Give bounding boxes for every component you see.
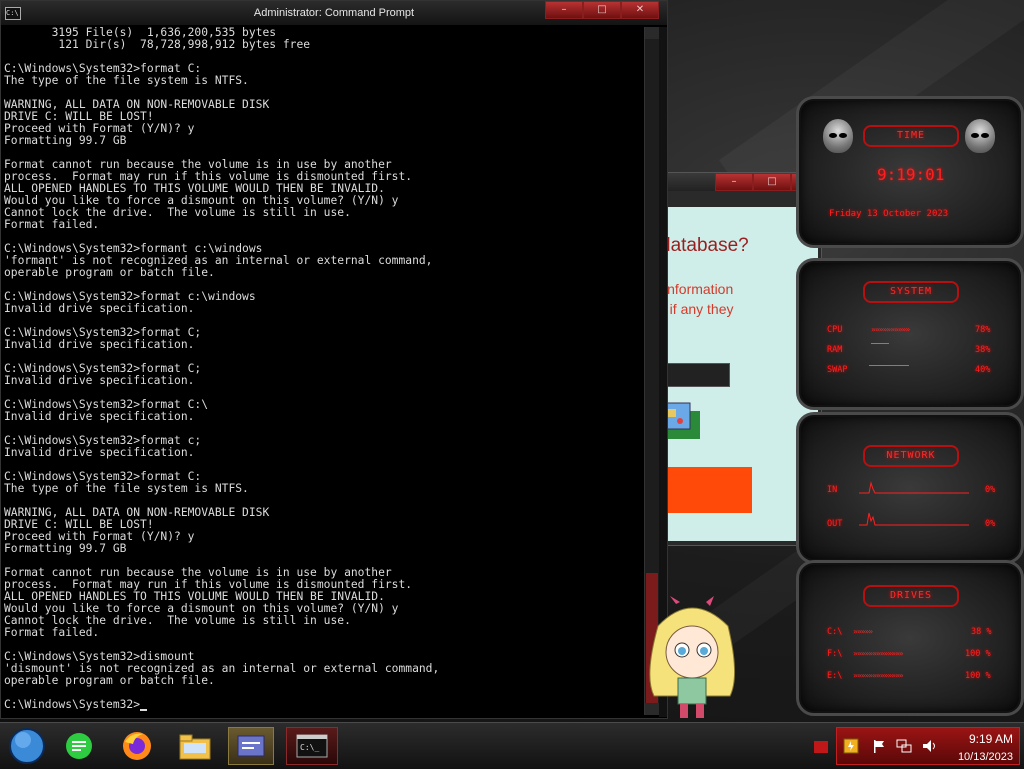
drive-e-label: E:\ [827, 671, 843, 681]
network-icon[interactable] [895, 738, 913, 754]
console-line: Cannot lock the drive. The volume is sti… [4, 614, 351, 627]
console-line: C:\Windows\System32> [4, 699, 639, 711]
firefox-icon [123, 732, 151, 760]
file-explorer-icon [179, 734, 211, 760]
power-icon[interactable] [843, 738, 859, 754]
console-line: Invalid drive specification. [4, 374, 195, 387]
alien-logo-icon [965, 119, 995, 153]
system-gadget[interactable]: SYSTEM CPU »»»»»»»»»» 78% RAM 38% SWAP 4… [796, 258, 1024, 410]
cpu-label: CPU [827, 325, 843, 335]
drive-c-label: C:\ [827, 627, 843, 637]
swap-label: SWAP [827, 365, 848, 375]
clock-time: 9:19 AM [968, 732, 1013, 746]
text-cursor [140, 709, 148, 711]
command-prompt-titlebar[interactable]: C:\ Administrator: Command Prompt – □ ✕ [1, 1, 667, 25]
swap-graph [869, 365, 909, 366]
ram-graph [871, 343, 889, 344]
drives-gadget[interactable]: DRIVES C:\ »»»»» 38 % F:\ »»»»»»»»»»»»» … [796, 560, 1024, 716]
dialog-input-field[interactable] [658, 363, 730, 387]
console-line: Format failed. [4, 218, 100, 231]
console-line: operable program or batch file. [4, 674, 215, 687]
dialog-action-button[interactable] [658, 467, 752, 513]
ram-label: RAM [827, 345, 843, 355]
gadget-header: NETWORK [863, 445, 959, 467]
dialog-info-line: e if any they [658, 301, 734, 317]
network-gadget[interactable]: NETWORK IN 0% OUT 0% [796, 412, 1024, 564]
cartoon-character-icon [649, 596, 736, 718]
network-in-value: 0% [985, 485, 996, 495]
gadget-date: Friday 13 October 2023 [829, 209, 949, 219]
console-line: Formatting 99.7 GB [4, 542, 127, 555]
cpu-value: 78% [975, 325, 991, 335]
console-line: Invalid drive specification. [4, 410, 195, 423]
gadget-header: SYSTEM [863, 281, 959, 303]
drive-f-meter: »»»»»»»»»»»»» [853, 649, 904, 658]
gadget-header: TIME [863, 125, 959, 147]
console-line: The type of the file system is NTFS. [4, 74, 249, 87]
console-output[interactable]: 3195 File(s) 1,636,200,535 bytes 121 Dir… [4, 27, 639, 717]
volume-icon[interactable] [921, 738, 939, 754]
taskbar: C:\_ 9:19 AM 10/13/2023 [0, 722, 1024, 769]
console-line: 121 Dir(s) 78,728,998,912 bytes free [4, 38, 311, 51]
start-button[interactable] [4, 727, 50, 765]
console-line: Invalid drive specification. [4, 338, 195, 351]
console-line: operable program or batch file. [4, 266, 215, 279]
taskbar-app-control-panel[interactable] [228, 727, 274, 765]
console-line: Invalid drive specification. [4, 302, 195, 315]
network-in-graph [859, 481, 969, 494]
start-orb-icon [9, 728, 45, 764]
command-prompt-icon: C:\_ [296, 734, 328, 758]
command-prompt-window[interactable]: C:\ Administrator: Command Prompt – □ ✕ … [0, 0, 668, 719]
cpu-meter: »»»»»»»»»» [871, 325, 910, 334]
taskbar-app-command-prompt[interactable]: C:\_ [286, 727, 338, 765]
console-line: Cannot lock the drive. The volume is sti… [4, 206, 351, 219]
scroll-up-arrow[interactable] [645, 27, 659, 39]
network-out-label: OUT [827, 519, 843, 529]
network-in-label: IN [827, 485, 838, 495]
network-out-graph [859, 512, 969, 526]
ram-value: 38% [975, 345, 991, 355]
taskbar-app-chat[interactable] [56, 727, 102, 765]
gadget-clock: 9:19:01 [877, 165, 945, 184]
taskbar-app-firefox[interactable] [114, 727, 160, 765]
taskbar-app-file-explorer[interactable] [172, 727, 218, 765]
system-tray: 9:19 AM 10/13/2023 [836, 727, 1020, 765]
dialog-info-line: information [664, 281, 734, 297]
maximize-button[interactable]: □ [753, 173, 791, 191]
console-line: Formatting 99.7 GB [4, 134, 127, 147]
minimize-button[interactable]: – [715, 173, 753, 191]
drive-f-value: 100 % [965, 649, 991, 659]
drive-e-meter: »»»»»»»»»»»»» [853, 671, 904, 680]
console-line: Format failed. [4, 626, 100, 639]
close-button[interactable]: ✕ [621, 1, 659, 19]
drive-f-label: F:\ [827, 649, 843, 659]
green-chat-icon [66, 733, 92, 759]
control-panel-icon [237, 735, 265, 757]
gadget-header: DRIVES [863, 585, 959, 607]
dialog-info-text: information e if any they [658, 279, 734, 319]
minimize-button[interactable]: – [545, 1, 583, 19]
window-controls: – □ ✕ [545, 1, 659, 19]
action-center-flag-icon[interactable] [871, 738, 887, 754]
maximize-button[interactable]: □ [583, 1, 621, 19]
dialog-title: database? [660, 235, 749, 256]
swap-value: 40% [975, 365, 991, 375]
drive-e-value: 100 % [965, 671, 991, 681]
clock-date: 10/13/2023 [957, 751, 1013, 763]
notification-flag-icon[interactable] [814, 741, 828, 753]
svg-text:C:\_: C:\_ [300, 743, 319, 752]
console-line: The type of the file system is NTFS. [4, 482, 249, 495]
taskbar-clock[interactable]: 9:19 AM 10/13/2023 [958, 732, 1013, 764]
dialog-content: database? information e if any they [658, 207, 818, 541]
time-gadget[interactable]: TIME 9:19:01 Friday 13 October 2023 [796, 96, 1024, 248]
drive-c-value: 38 % [971, 627, 992, 637]
network-out-value: 0% [985, 519, 996, 529]
drive-c-meter: »»»»» [853, 627, 873, 636]
console-line: Invalid drive specification. [4, 446, 195, 459]
alien-logo-icon [823, 119, 853, 153]
